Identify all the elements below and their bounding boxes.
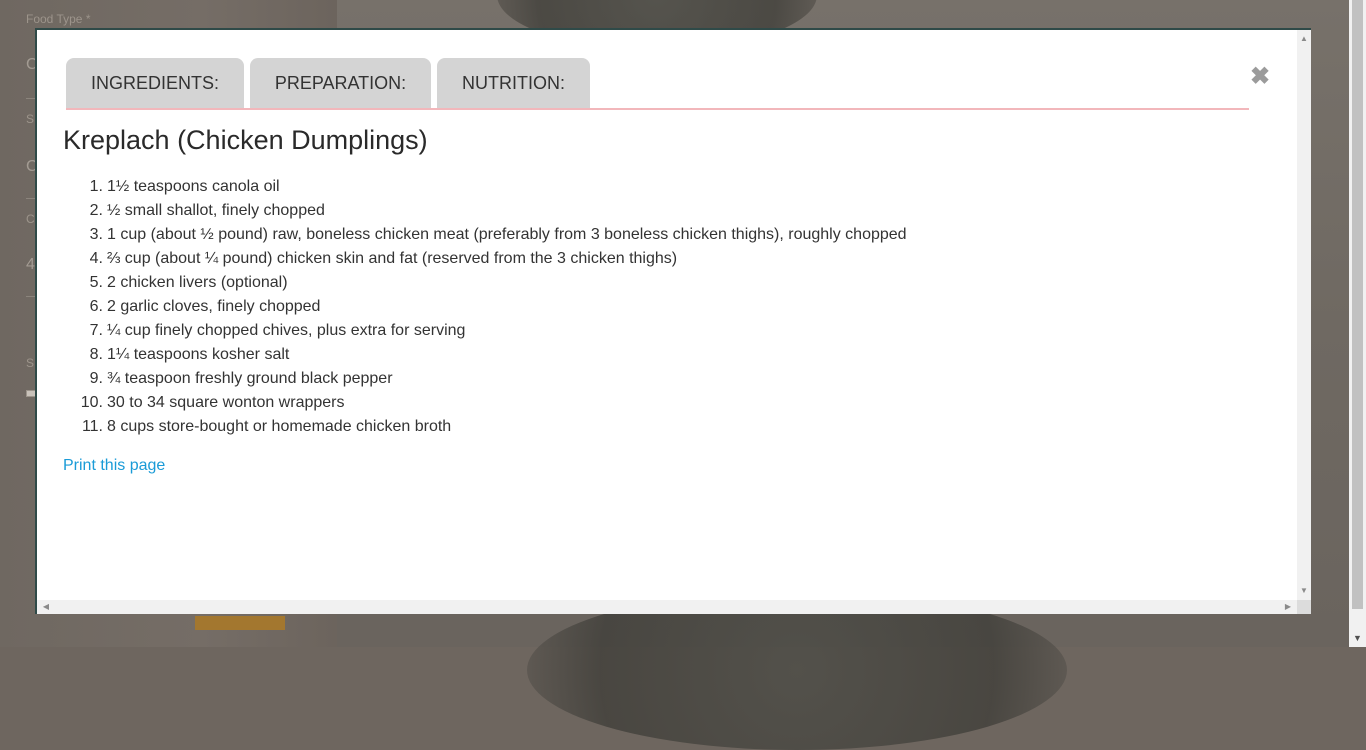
background-field-fragment: C: [26, 212, 35, 226]
list-item-number: 3.: [89, 226, 103, 243]
list-item-text: 1¼ teaspoons kosher salt: [107, 346, 290, 363]
background-plate-bottom: [527, 590, 1067, 750]
recipe-title: Kreplach (Chicken Dumplings): [63, 125, 428, 155]
list-item: 2. ½ small shallot, finely chopped: [63, 199, 907, 223]
tab-ingredients[interactable]: INGREDIENTS:: [66, 58, 244, 108]
scroll-up-arrow-icon[interactable]: ▲: [1297, 32, 1311, 46]
list-item: 5. 2 chicken livers (optional): [63, 271, 907, 295]
list-item: 11. 8 cups store-bought or homemade chick…: [63, 415, 907, 439]
close-icon[interactable]: ✖: [1249, 64, 1271, 90]
print-page-link[interactable]: Print this page: [63, 457, 165, 475]
recipe-modal-content: INGREDIENTS: PREPARATION: NUTRITION: ✖ K…: [37, 30, 1297, 600]
scroll-down-arrow-icon[interactable]: ▼: [1297, 584, 1311, 598]
list-item-number: 2.: [89, 202, 103, 219]
list-item-text: ⅔ cup (about ¼ pound) chicken skin and f…: [107, 250, 678, 267]
page-scrollbar-thumb[interactable]: [1352, 0, 1363, 609]
list-item-text: 2 garlic cloves, finely chopped: [107, 298, 321, 315]
modal-vertical-scrollbar[interactable]: ▲ ▼: [1297, 30, 1311, 600]
list-item-number: 7.: [89, 322, 103, 339]
list-item-text: 2 chicken livers (optional): [107, 274, 288, 291]
background-field-fragment: S: [26, 356, 35, 370]
recipe-modal: INGREDIENTS: PREPARATION: NUTRITION: ✖ K…: [35, 28, 1311, 614]
scrollbar-corner: [1297, 600, 1311, 614]
background-field-fragment: S: [26, 112, 35, 126]
tab-preparation[interactable]: PREPARATION:: [250, 58, 431, 108]
list-item-text: ½ small shallot, finely chopped: [107, 202, 325, 219]
list-item: 3. 1 cup (about ½ pound) raw, boneless ch…: [63, 223, 907, 247]
list-item: 7. ¼ cup finely chopped chives, plus extr…: [63, 319, 907, 343]
scroll-right-arrow-icon[interactable]: ▶: [1281, 600, 1295, 614]
list-item: 8. 1¼ teaspoons kosher salt: [63, 343, 907, 367]
list-item-text: 30 to 34 square wonton wrappers: [107, 394, 345, 411]
list-item-number: 9.: [89, 370, 103, 387]
list-item: 6. 2 garlic cloves, finely chopped: [63, 295, 907, 319]
scroll-left-arrow-icon[interactable]: ◀: [39, 600, 53, 614]
background-field-fragment: 4: [26, 256, 35, 273]
list-item-number: 4.: [89, 250, 103, 267]
modal-horizontal-scrollbar[interactable]: ◀ ▶: [37, 600, 1297, 614]
background-food-type-label: Food Type *: [26, 12, 91, 26]
tab-nutrition[interactable]: NUTRITION:: [437, 58, 590, 108]
recipe-tabs: INGREDIENTS: PREPARATION: NUTRITION:: [66, 58, 1249, 110]
list-item-number: 11.: [81, 418, 103, 435]
list-item: 1. 1½ teaspoons canola oil: [63, 175, 907, 199]
ingredients-list: 1. 1½ teaspoons canola oil 2. ½ small shal…: [63, 175, 907, 439]
list-item-number: 10.: [80, 394, 103, 411]
list-item-text: ¾ teaspoon freshly ground black pepper: [107, 370, 393, 387]
scroll-down-arrow-icon[interactable]: ▼: [1349, 630, 1366, 647]
list-item-number: 8.: [89, 346, 103, 363]
list-item: 10. 30 to 34 square wonton wrappers: [63, 391, 907, 415]
list-item-text: 1 cup (about ½ pound) raw, boneless chic…: [107, 226, 907, 243]
page-scrollbar[interactable]: ▼: [1349, 0, 1366, 647]
list-item-text: ¼ cup finely chopped chives, plus extra …: [107, 322, 466, 339]
list-item: 4. ⅔ cup (about ¼ pound) chicken skin and…: [63, 247, 907, 271]
list-item-number: 6.: [89, 298, 103, 315]
list-item-text: 8 cups store-bought or homemade chicken …: [107, 418, 452, 435]
list-item-number: 5.: [89, 274, 103, 291]
list-item-text: 1½ teaspoons canola oil: [107, 178, 280, 195]
list-item: 9. ¾ teaspoon freshly ground black pepper: [63, 367, 907, 391]
background-submit-button: [195, 616, 285, 630]
list-item-number: 1.: [89, 178, 103, 195]
